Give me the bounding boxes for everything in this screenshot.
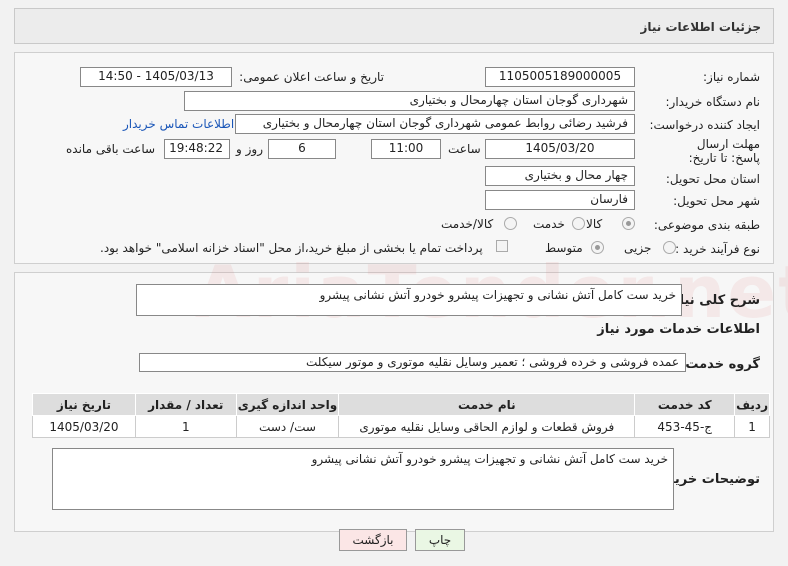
service-group-label: گروه خدمت: xyxy=(680,357,760,372)
deadline-time-field: 11:00 xyxy=(371,139,441,159)
table-header-row: ردیف کد خدمت نام خدمت واحد اندازه گیری ت… xyxy=(32,393,770,416)
buyer-contact-link[interactable]: اطلاعات تماس خریدار xyxy=(123,117,234,131)
cell-service-code: ج-45-453 xyxy=(634,415,736,438)
cell-row: 1 xyxy=(734,415,770,438)
cell-service-name: فروش قطعات و لوازم الحاقی وسایل نقلیه مو… xyxy=(338,415,636,438)
services-title: اطلاعات خدمات مورد نیاز xyxy=(597,322,760,337)
creator-field: فرشید رضائی روابط عمومی شهرداری گوجان اس… xyxy=(235,114,635,134)
announce-label: تاریخ و ساعت اعلان عمومی: xyxy=(239,70,384,84)
cell-quantity: 1 xyxy=(134,415,237,438)
back-button[interactable]: بازگشت xyxy=(339,529,407,551)
buyer-org-field: شهرداری گوجان استان چهارمحال و بختیاری xyxy=(184,91,635,111)
category-option-goods: کالا xyxy=(586,217,603,231)
deadline-date-field: 1405/03/20 xyxy=(485,139,635,159)
page-title: جزئیات اطلاعات نیاز xyxy=(640,20,761,34)
need-number-label: شماره نیاز: xyxy=(703,70,760,84)
category-option-goods-service: کالا/خدمت xyxy=(441,217,494,231)
deadline-label: مهلت ارسال پاسخ: تا تاریخ: xyxy=(688,137,760,165)
summary-text: خرید ست کامل آتش نشانی و تجهیزات پیشرو خ… xyxy=(136,284,682,316)
city-label: شهر محل تحویل: xyxy=(673,194,760,208)
services-table: ردیف کد خدمت نام خدمت واحد اندازه گیری ت… xyxy=(32,393,770,438)
table-row: 1 ج-45-453 فروش قطعات و لوازم الحاقی وسا… xyxy=(32,415,770,438)
category-radio-goods[interactable] xyxy=(622,217,635,230)
days-field: 6 xyxy=(268,139,336,159)
col-unit: واحد اندازه گیری xyxy=(235,393,340,416)
province-field: چهار محال و بختیاری xyxy=(485,166,635,186)
city-field: فارسان xyxy=(485,190,635,210)
category-option-service: خدمت xyxy=(533,217,565,231)
province-label: استان محل تحویل: xyxy=(665,172,760,186)
service-group-field: عمده فروشی و خرده فروشی ؛ تعمیر وسایل نق… xyxy=(139,353,686,372)
col-service-code: کد خدمت xyxy=(634,393,736,416)
need-number-field: 1105005189000005 xyxy=(485,67,635,87)
panel-header: جزئیات اطلاعات نیاز xyxy=(14,8,774,44)
cell-unit: ست/ دست xyxy=(235,415,340,438)
deadline-time-label: ساعت xyxy=(448,142,481,156)
col-quantity: تعداد / مقدار xyxy=(134,393,237,416)
col-row: ردیف xyxy=(734,393,770,416)
remaining-label: ساعت باقی مانده xyxy=(66,142,156,156)
col-need-date: تاریخ نیاز xyxy=(32,393,136,416)
buyer-org-label: نام دستگاه خریدار: xyxy=(665,95,761,109)
buyer-notes-text: خرید ست کامل آتش نشانی و تجهیزات پیشرو خ… xyxy=(52,448,674,510)
announce-field: 1405/03/13 - 14:50 xyxy=(80,67,232,87)
category-radio-goods-service[interactable] xyxy=(504,217,517,230)
category-radio-service[interactable] xyxy=(572,217,585,230)
remaining-time-field: 19:48:22 xyxy=(164,139,230,159)
cell-need-date: 1405/03/20 xyxy=(32,415,136,438)
col-service-name: نام خدمت xyxy=(338,393,636,416)
creator-label: ایجاد کننده درخواست: xyxy=(649,118,760,132)
days-label: روز و xyxy=(236,142,263,156)
print-button[interactable]: چاپ xyxy=(415,529,465,551)
category-label: طبقه بندی موضوعی: xyxy=(653,218,760,232)
